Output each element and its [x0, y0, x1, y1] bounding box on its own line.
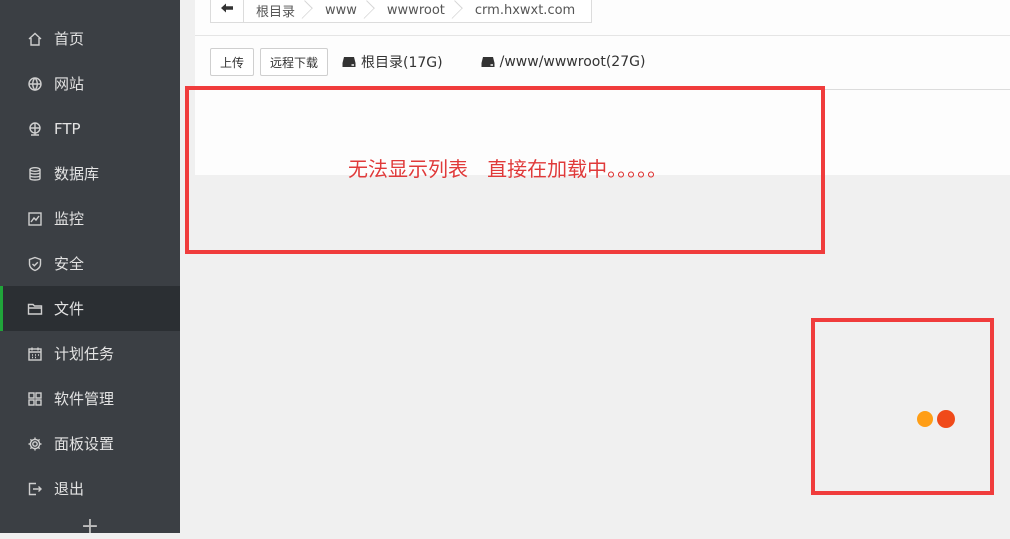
sidebar-item-label: 面板设置 [54, 435, 115, 453]
hard-disk-icon [342, 56, 356, 68]
database-icon [26, 165, 44, 183]
sidebar-item-label: 软件管理 [54, 390, 115, 408]
shield-icon [26, 255, 44, 273]
globe-icon [26, 75, 44, 93]
back-button[interactable] [211, 0, 244, 22]
grid-icon [26, 390, 44, 408]
loading-dot [937, 410, 955, 428]
home-icon [26, 30, 44, 48]
sidebar-item-label: FTP [54, 119, 81, 138]
annotation-highlight-box [811, 318, 994, 495]
logout-icon [26, 480, 44, 498]
monitor-chart-icon [26, 210, 44, 228]
sidebar-item-label: 监控 [54, 210, 85, 228]
sidebar-item-security[interactable]: 安全 [0, 241, 180, 286]
sidebar-item-label: 退出 [54, 480, 85, 498]
breadcrumb-item[interactable]: crm.hxwxt.com [463, 0, 591, 22]
sidebar-item-ftp[interactable]: FTP [0, 106, 180, 151]
sidebar-item-label: 文件 [54, 300, 85, 318]
breadcrumb-item[interactable]: 根目录 [244, 0, 313, 22]
sidebar-collapse-plus[interactable]: + [0, 514, 180, 539]
sidebar-item-logout[interactable]: 退出 [0, 466, 180, 511]
sidebar-item-database[interactable]: 数据库 [0, 151, 180, 196]
breadcrumb: 根目录 www wwwroot crm.hxwxt.com [210, 0, 593, 23]
sidebar-item-label: 首页 [54, 30, 85, 48]
folder-icon [26, 300, 44, 318]
disk-wwwroot[interactable]: /www/wwwroot(27G) [481, 54, 646, 70]
sidebar-item-files[interactable]: 文件 [0, 286, 180, 331]
sidebar-item-settings[interactable]: 面板设置 [0, 421, 180, 466]
arrow-left-icon [220, 2, 234, 18]
sidebar-item-label: 网站 [54, 75, 85, 93]
sidebar-item-home[interactable]: 首页 [0, 16, 180, 61]
divider [195, 35, 1010, 36]
sidebar: 首页 网站 FTP 数据库 监控 安全 文件 计划任务 软件管理 面板设置 退出… [0, 0, 180, 539]
annotation-highlight-box [185, 86, 825, 254]
disk-root[interactable]: 根目录(17G) [342, 52, 443, 72]
sidebar-item-label: 数据库 [54, 165, 100, 183]
breadcrumb-item[interactable]: www [313, 0, 375, 22]
disk-label: 根目录(17G) [361, 55, 443, 71]
calendar-icon [26, 345, 44, 363]
sidebar-nav: 首页 网站 FTP 数据库 监控 安全 文件 计划任务 软件管理 面板设置 退出 [0, 0, 180, 511]
remote-download-button[interactable]: 远程下载 [260, 48, 329, 76]
network-icon [26, 120, 44, 138]
disk-label: /www/wwwroot(27G) [499, 54, 646, 70]
gear-icon [26, 435, 44, 453]
sidebar-item-cron[interactable]: 计划任务 [0, 331, 180, 376]
sidebar-item-label: 安全 [54, 255, 85, 273]
sidebar-item-software[interactable]: 软件管理 [0, 376, 180, 421]
sidebar-item-label: 计划任务 [54, 345, 115, 363]
upload-button[interactable]: 上传 [210, 48, 255, 76]
main-panel: 根目录 www wwwroot crm.hxwxt.com 上传 远程下载 根目… [180, 0, 1010, 533]
sidebar-item-monitor[interactable]: 监控 [0, 196, 180, 241]
breadcrumb-item[interactable]: wwwroot [375, 0, 463, 22]
loading-dot [917, 411, 933, 427]
sidebar-item-website[interactable]: 网站 [0, 61, 180, 106]
hard-disk-icon [481, 56, 495, 68]
file-toolbar: 上传 远程下载 根目录(17G) /www/wwwroot(27G) [210, 48, 675, 76]
